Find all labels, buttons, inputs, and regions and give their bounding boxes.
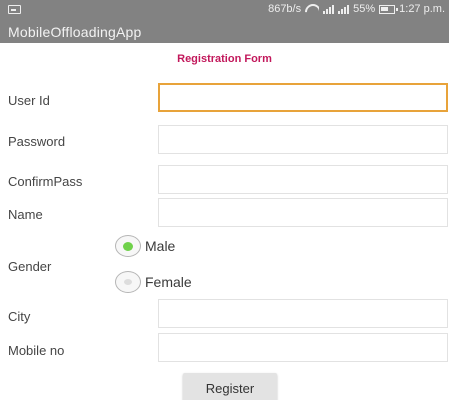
- battery-percent: 55%: [353, 3, 376, 15]
- confirm-pass-field[interactable]: [158, 165, 448, 194]
- radio-unselected-dot: [124, 279, 132, 285]
- female-radio-button[interactable]: [115, 271, 141, 293]
- wifi-icon: [305, 4, 319, 14]
- user-id-label: User Id: [8, 93, 50, 108]
- male-radio-button[interactable]: [115, 235, 141, 257]
- password-label: Password: [8, 134, 66, 149]
- battery-icon: [379, 4, 399, 14]
- user-id-field[interactable]: [158, 83, 448, 112]
- female-option-label: Female: [145, 274, 192, 290]
- city-field[interactable]: [158, 299, 448, 328]
- gender-option-female[interactable]: Female: [115, 271, 192, 293]
- password-field[interactable]: [158, 125, 448, 154]
- confirm-pass-label: ConfirmPass: [8, 174, 83, 189]
- status-and-title-bar: 867b/s 55% 1:27 p.m. MobileOffloadingApp: [0, 0, 449, 43]
- radio-selected-dot: [123, 241, 133, 251]
- gender-label: Gender: [8, 259, 52, 274]
- screenshot-icon: [8, 5, 21, 14]
- clock: 1:27 p.m.: [399, 3, 445, 15]
- status-bar-right: 867b/s 55% 1:27 p.m.: [268, 3, 445, 15]
- signal-icon: [323, 4, 335, 14]
- name-label: Name: [8, 207, 43, 222]
- app-title: MobileOffloadingApp: [8, 24, 142, 40]
- male-option-label: Male: [145, 238, 176, 254]
- mobile-no-label: Mobile no: [8, 343, 65, 358]
- city-label: City: [8, 309, 31, 324]
- gender-option-male[interactable]: Male: [115, 235, 175, 257]
- network-speed: 867b/s: [268, 3, 302, 15]
- name-field[interactable]: [158, 198, 448, 227]
- register-button[interactable]: Register: [183, 373, 277, 400]
- mobile-no-field[interactable]: [158, 333, 448, 362]
- form-title: Registration Form: [177, 53, 272, 65]
- signal-icon-2: [338, 4, 350, 14]
